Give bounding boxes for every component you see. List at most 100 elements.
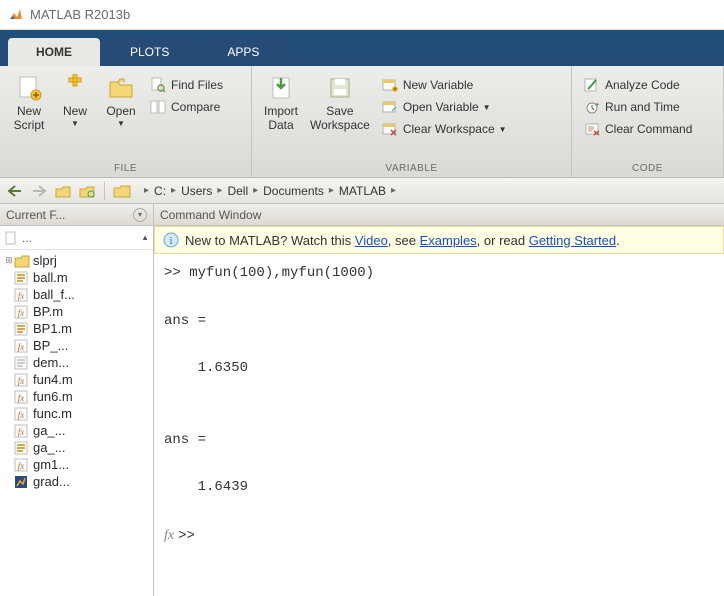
getting-started-link[interactable]: Getting Started bbox=[529, 233, 616, 248]
file-item[interactable]: fxBP_... bbox=[2, 337, 151, 354]
file-item[interactable]: BP1.m bbox=[2, 320, 151, 337]
file-item[interactable]: ga_... bbox=[2, 439, 151, 456]
chevron-down-icon: ▼ bbox=[117, 119, 125, 128]
file-type-icon: fx bbox=[14, 373, 30, 387]
tab-apps[interactable]: APPS bbox=[199, 38, 287, 66]
ans-label: ans = bbox=[164, 310, 714, 334]
address-bar: ▸ C: ▸ Users ▸ Dell ▸ Documents ▸ MATLAB… bbox=[0, 178, 724, 204]
window-title: MATLAB R2013b bbox=[30, 7, 130, 22]
tab-plots[interactable]: PLOTS bbox=[102, 38, 197, 66]
file-item[interactable]: dem... bbox=[2, 354, 151, 371]
breadcrumb-seg[interactable]: MATLAB bbox=[339, 184, 386, 198]
file-name: ball.m bbox=[33, 270, 68, 285]
svg-text:fx: fx bbox=[18, 291, 25, 301]
file-item[interactable]: grad... bbox=[2, 473, 151, 490]
file-type-icon bbox=[14, 271, 30, 285]
breadcrumb-separator: ▸ bbox=[144, 185, 149, 196]
run-and-time-button[interactable]: Run and Time bbox=[578, 96, 698, 118]
svg-text:fx: fx bbox=[18, 427, 25, 437]
ribbon-group-code: Analyze Code Run and Time Clear Command … bbox=[572, 66, 724, 177]
ans-value: 1.6350 bbox=[164, 357, 714, 381]
ribbon-group-file-label: FILE bbox=[0, 161, 251, 177]
ans-value: 1.6439 bbox=[164, 476, 714, 500]
new-label: New bbox=[63, 104, 87, 118]
video-link[interactable]: Video bbox=[355, 233, 388, 248]
find-files-button[interactable]: Find Files bbox=[144, 74, 229, 96]
file-item[interactable]: fxfun6.m bbox=[2, 388, 151, 405]
main-area: Current F... ▾ ... ▲ ⊞slprjball.mfxball_… bbox=[0, 204, 724, 596]
file-name: ball_f... bbox=[33, 287, 75, 302]
panel-menu-button[interactable]: ▾ bbox=[133, 208, 147, 222]
breadcrumb-separator: ▸ bbox=[329, 185, 334, 196]
new-script-icon bbox=[15, 74, 43, 102]
save-workspace-button[interactable]: Save Workspace bbox=[304, 70, 376, 136]
nav-forward-button[interactable] bbox=[28, 181, 50, 201]
clear-workspace-button[interactable]: Clear Workspace ▼ bbox=[376, 118, 513, 140]
breadcrumb-separator: ▸ bbox=[391, 185, 396, 196]
file-name: gm1... bbox=[33, 457, 69, 472]
file-name: dem... bbox=[33, 355, 69, 370]
open-variable-button[interactable]: Open Variable ▼ bbox=[376, 96, 513, 118]
breadcrumb-separator: ▸ bbox=[253, 185, 258, 196]
analyze-code-icon bbox=[584, 77, 600, 93]
chevron-down-icon: ▼ bbox=[483, 103, 491, 112]
command-window-panel: Command Window i New to MATLAB? Watch th… bbox=[154, 204, 724, 596]
nav-up-button[interactable] bbox=[52, 181, 74, 201]
breadcrumb-seg[interactable]: Users bbox=[181, 184, 212, 198]
new-variable-button[interactable]: New Variable bbox=[376, 74, 513, 96]
file-item[interactable]: fx BP.m bbox=[2, 303, 151, 320]
info-text: New to MATLAB? Watch this Video, see Exa… bbox=[185, 233, 620, 248]
examples-link[interactable]: Examples bbox=[420, 233, 477, 248]
breadcrumb-seg[interactable]: Dell bbox=[227, 184, 248, 198]
file-name: ga_... bbox=[33, 440, 66, 455]
new-button[interactable]: New ▼ bbox=[52, 70, 98, 132]
nav-browse-button[interactable] bbox=[76, 181, 98, 201]
file-item[interactable]: fx gm1... bbox=[2, 456, 151, 473]
clear-commands-icon bbox=[584, 121, 600, 137]
analyze-code-button[interactable]: Analyze Code bbox=[578, 74, 698, 96]
chevron-down-icon[interactable]: ▲ bbox=[141, 233, 149, 242]
tab-home[interactable]: HOME bbox=[8, 38, 100, 66]
ribbon-tabstrip: HOME PLOTS APPS bbox=[0, 30, 724, 66]
file-item[interactable]: fx ga_... bbox=[2, 422, 151, 439]
find-files-icon bbox=[150, 77, 166, 93]
file-type-icon: fx bbox=[14, 339, 30, 353]
file-name: ga_... bbox=[33, 423, 66, 438]
fx-icon[interactable]: fx bbox=[164, 528, 174, 543]
chevron-down-icon: ▼ bbox=[71, 119, 79, 128]
import-data-button[interactable]: Import Data bbox=[258, 70, 304, 136]
ribbon-group-variable-label: VARIABLE bbox=[252, 161, 571, 177]
file-item[interactable]: fx ball_f... bbox=[2, 286, 151, 303]
cmd-input-line: >> myfun(100),myfun(1000) bbox=[164, 262, 714, 286]
command-window-title: Command Window bbox=[160, 208, 261, 222]
svg-text:fx: fx bbox=[18, 461, 25, 471]
file-item[interactable]: ball.m bbox=[2, 269, 151, 286]
file-name: BP.m bbox=[33, 304, 63, 319]
file-name: BP_... bbox=[33, 338, 68, 353]
nav-back-button[interactable] bbox=[4, 181, 26, 201]
new-variable-label: New Variable bbox=[403, 78, 473, 92]
clear-commands-button[interactable]: Clear Command bbox=[578, 118, 698, 140]
folder-icon bbox=[113, 184, 131, 198]
file-type-icon bbox=[14, 356, 30, 370]
command-window-header: Command Window bbox=[154, 204, 724, 226]
new-script-button[interactable]: New Script bbox=[6, 70, 52, 136]
open-button[interactable]: Open ▼ bbox=[98, 70, 144, 132]
file-item[interactable]: fxfun4.m bbox=[2, 371, 151, 388]
doc-icon[interactable] bbox=[4, 231, 18, 245]
file-name: grad... bbox=[33, 474, 70, 489]
svg-text:fx: fx bbox=[18, 410, 25, 420]
breadcrumb-seg[interactable]: Documents bbox=[263, 184, 324, 198]
command-window-content[interactable]: >> myfun(100),myfun(1000) ans = 1.6350 a… bbox=[154, 254, 724, 596]
ribbon-group-variable: Import Data Save Workspace New Variable … bbox=[252, 66, 572, 177]
file-item[interactable]: ⊞slprj bbox=[2, 252, 151, 269]
expand-icon[interactable]: ⊞ bbox=[4, 255, 14, 266]
file-item[interactable]: fxfunc.m bbox=[2, 405, 151, 422]
file-type-icon bbox=[14, 441, 30, 455]
compare-button[interactable]: Compare bbox=[144, 96, 229, 118]
run-and-time-label: Run and Time bbox=[605, 100, 680, 114]
svg-text:fx: fx bbox=[18, 308, 25, 318]
breadcrumb-seg[interactable]: C: bbox=[154, 184, 166, 198]
import-data-icon bbox=[267, 74, 295, 102]
file-type-icon: fx bbox=[14, 407, 30, 421]
